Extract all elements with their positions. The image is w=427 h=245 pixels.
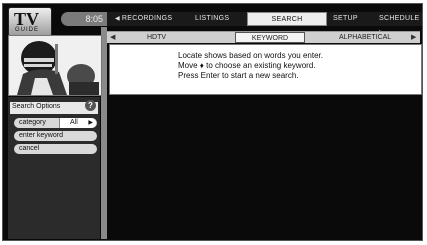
top-nav: ◀ RECORDINGS LISTINGS SEARCH SETUP SCHED…: [107, 12, 422, 36]
message-line: Locate shows based on words you enter.: [178, 51, 323, 60]
tab-schedule[interactable]: SCHEDULE ▶: [379, 12, 422, 36]
subtab-right-arrow-icon[interactable]: ▶: [411, 32, 416, 43]
tab-search[interactable]: SEARCH: [247, 12, 327, 26]
cancel-label: cancel: [19, 145, 40, 152]
category-label: category: [19, 119, 46, 126]
football-player-image: [9, 36, 101, 95]
search-options-title: Search Options: [12, 103, 61, 110]
subtab-hdtv[interactable]: HDTV: [147, 32, 166, 43]
search-options-header: Search Options ?: [10, 100, 98, 114]
preview-image: [8, 35, 102, 96]
message-line: Move ♦ to choose an existing keyword.: [178, 61, 316, 70]
tab-listings[interactable]: LISTINGS: [195, 12, 229, 26]
enter-keyword-label: enter keyword: [19, 132, 63, 139]
search-options-panel: Search Options ? category All ▶ enter ke…: [8, 97, 100, 239]
logo-subtext: GUIDE: [15, 27, 40, 33]
tv-guide-logo: TV GUIDE: [8, 7, 52, 37]
tab-setup[interactable]: SETUP: [333, 12, 358, 26]
search-subtabs: ◀ HDTV KEYWORD ALPHABETICAL ▶: [107, 31, 420, 43]
clock: 8:05: [61, 12, 107, 26]
guide-window: TV GUIDE 8:05 ◀ RECORDINGS LISTINGS SEAR…: [2, 3, 423, 241]
dropdown-arrow-icon: ▶: [88, 120, 93, 126]
cancel-button[interactable]: cancel: [14, 144, 97, 154]
help-icon[interactable]: ?: [85, 100, 96, 111]
tab-left-arrow-icon: ◀: [115, 16, 122, 22]
subtab-alphabetical[interactable]: ALPHABETICAL: [339, 32, 391, 43]
subtab-left-arrow-icon[interactable]: ◀: [110, 32, 115, 43]
category-select[interactable]: All ▶: [59, 118, 96, 128]
category-value: All: [70, 119, 78, 126]
enter-keyword-button[interactable]: enter keyword: [14, 131, 97, 141]
message-line: Press Enter to start a new search.: [178, 71, 299, 80]
info-message-box: Locate shows based on words you enter. M…: [109, 44, 422, 95]
category-row[interactable]: category All ▶: [14, 118, 97, 128]
tab-recordings[interactable]: ◀ RECORDINGS: [115, 12, 172, 26]
subtab-keyword[interactable]: KEYWORD: [235, 32, 305, 43]
